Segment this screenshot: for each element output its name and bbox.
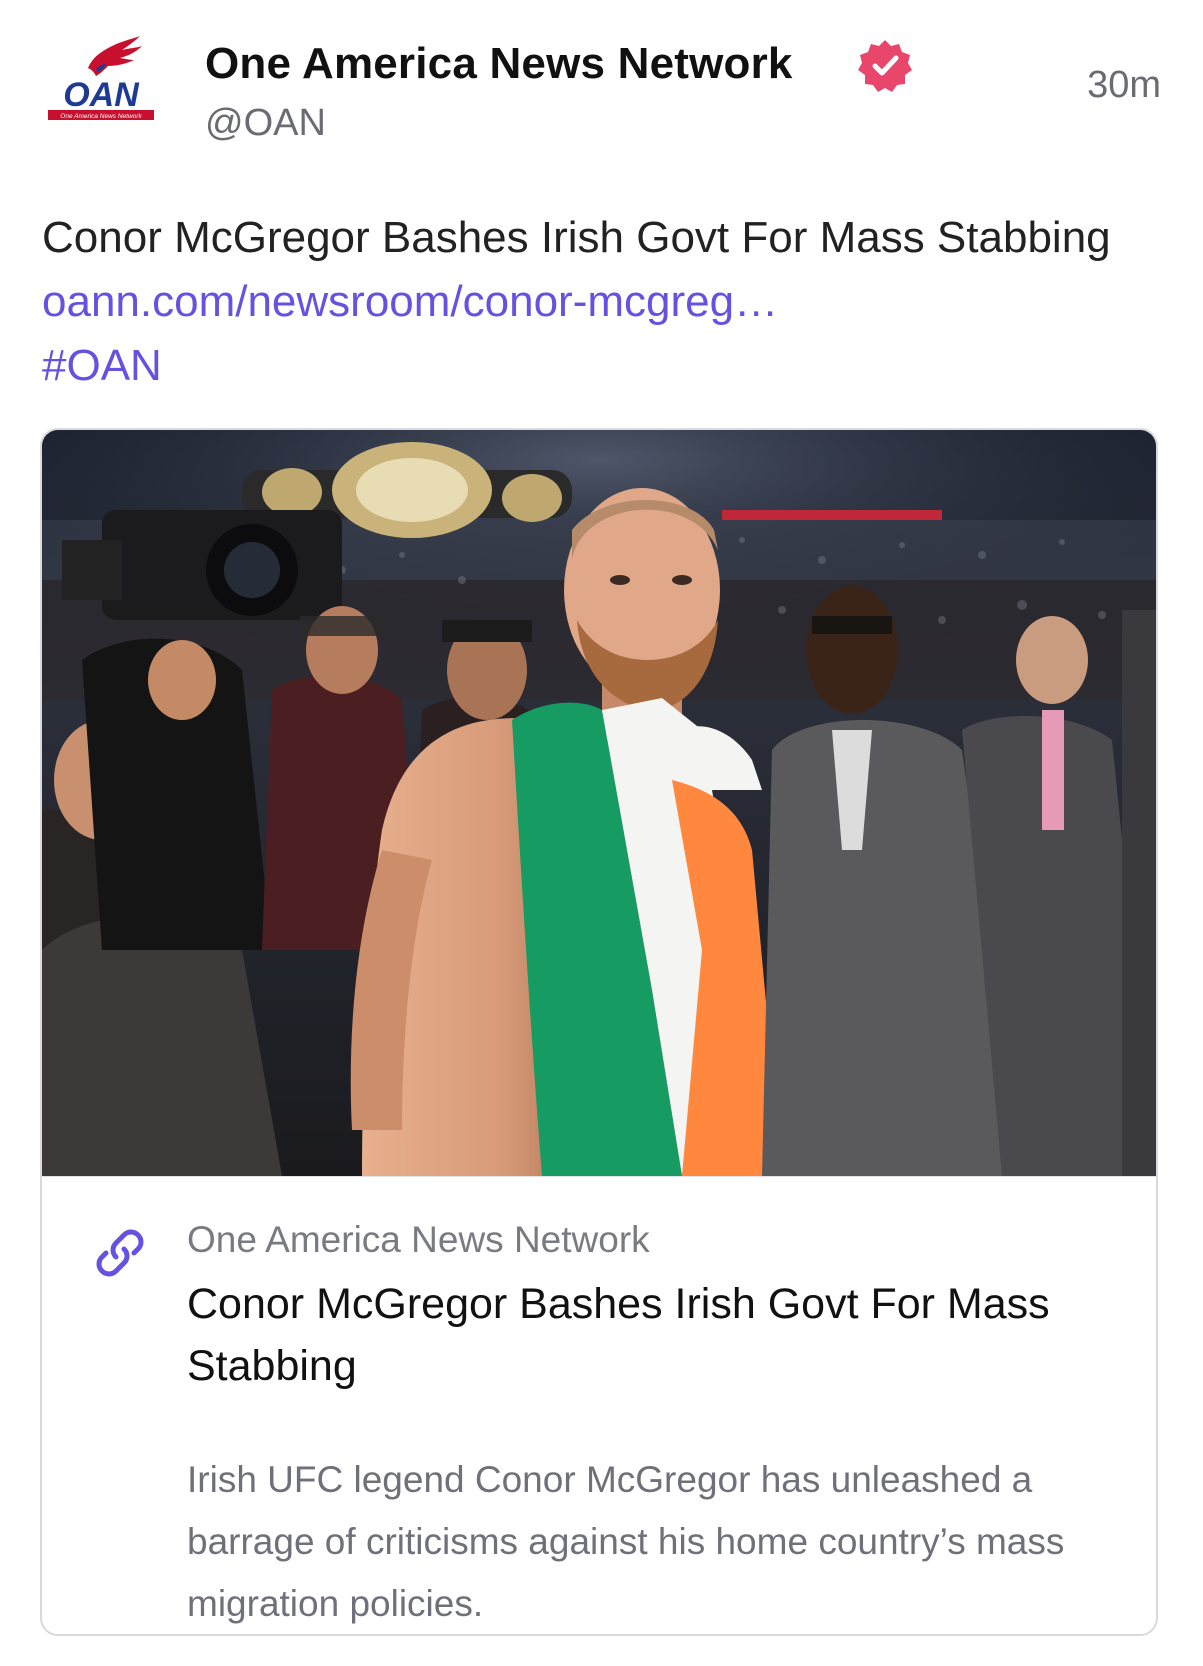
link-icon: [96, 1229, 144, 1277]
oan-logo-avatar[interactable]: OAN One America News Network: [36, 30, 166, 130]
post-text: Conor McGregor Bashes Irish Govt For Mas…: [42, 206, 1162, 398]
link-preview-card[interactable]: One America News Network Conor McGregor …: [40, 428, 1158, 1636]
svg-text:One America News Network: One America News Network: [60, 113, 142, 120]
author-name[interactable]: One America News Network: [205, 38, 793, 90]
author-handle[interactable]: @OAN: [205, 100, 326, 146]
card-image-photo[interactable]: [42, 430, 1156, 1176]
card-description: Irish UFC legend Conor McGregor has unle…: [187, 1459, 1065, 1624]
post-link[interactable]: oann.com/newsroom/conor-mcgreg…: [42, 277, 778, 326]
card-title[interactable]: Conor McGregor Bashes Irish Govt For Mas…: [187, 1273, 1087, 1397]
post-text-content: Conor McGregor Bashes Irish Govt For Mas…: [42, 213, 1111, 262]
card-source: One America News Network: [187, 1219, 650, 1260]
card-meta: One America News Network Conor McGregor …: [42, 1176, 1156, 1634]
verified-badge-icon: [858, 40, 912, 92]
svg-text:OAN: OAN: [63, 76, 140, 114]
hashtag-link[interactable]: #OAN: [42, 341, 162, 390]
post: OAN One America News Network One America…: [0, 0, 1203, 1666]
post-timestamp[interactable]: 30m: [1087, 62, 1161, 108]
